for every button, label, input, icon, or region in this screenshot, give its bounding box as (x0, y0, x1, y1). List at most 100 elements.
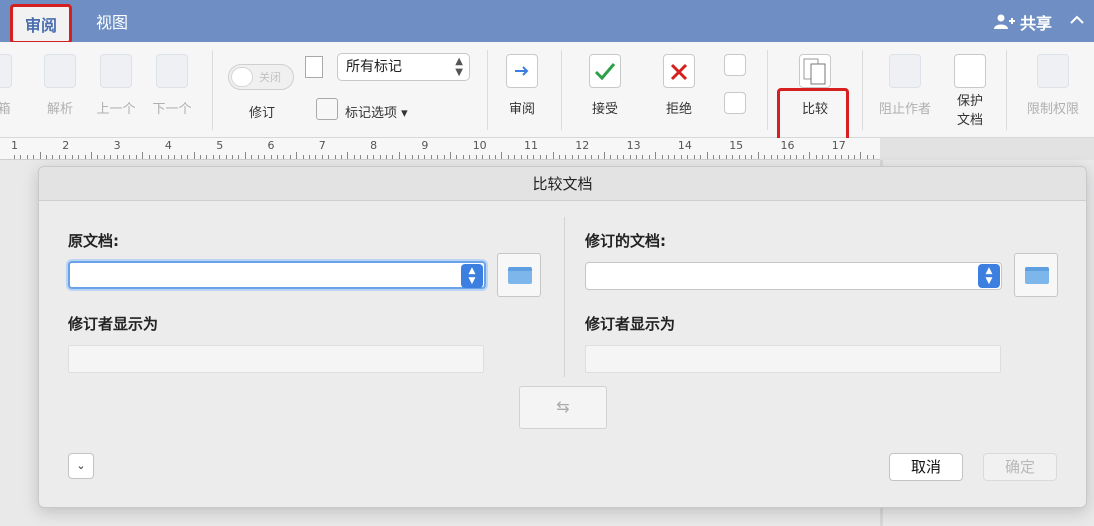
ruler-tick (398, 152, 400, 159)
ruler-tick (700, 155, 702, 159)
partial-icon (0, 54, 12, 88)
next-comment-icon (156, 54, 188, 88)
ruler-number: 1 (11, 139, 18, 152)
original-dropdown-arrows-icon[interactable]: ▲ ▼ (461, 264, 483, 288)
parse-button[interactable]: 解析 (40, 50, 80, 117)
compare-documents-icon (799, 54, 831, 88)
ruler-tick (732, 155, 734, 159)
original-document-combobox[interactable]: ▲ ▼ (68, 261, 486, 289)
ruler-tick (501, 152, 503, 159)
ruler-tick (14, 155, 15, 159)
expand-options-button[interactable]: ⌄ (68, 453, 94, 479)
ruler-tick (661, 155, 663, 159)
restrict-permission-button[interactable]: 限制权限 (1020, 50, 1086, 117)
next-change-icon (724, 92, 746, 114)
ruler-tick (847, 155, 849, 159)
ruler-tick (276, 155, 278, 159)
tab-review[interactable]: 审阅 (10, 4, 72, 44)
track-changes-toggle[interactable]: 关闭 (228, 64, 294, 90)
ruler-tick (78, 155, 80, 159)
block-authors-button[interactable]: 阻止作者 (872, 50, 938, 117)
next-change-button[interactable] (720, 88, 750, 124)
ruler-number: 3 (113, 139, 121, 152)
ruler-tick (90, 152, 92, 159)
ruler-tick (379, 155, 381, 159)
ribbon-tab-bar: 审阅 视图 共享 (0, 0, 1094, 44)
ruler-tick (507, 155, 509, 159)
ruler-tick (244, 152, 246, 159)
ruler-tick (674, 155, 676, 159)
track-changes-label: 修订 (248, 106, 275, 121)
reject-button[interactable]: 拒绝 (654, 50, 704, 117)
tab-view[interactable]: 视图 (96, 8, 128, 38)
ruler-tick (745, 155, 747, 159)
revised-dropdown-arrows-icon[interactable]: ▲ ▼ (978, 264, 1000, 288)
ruler-tick (373, 155, 375, 159)
ruler-number: 16 (780, 139, 795, 152)
ruler-tick (680, 155, 682, 159)
ruler-tick (809, 152, 811, 159)
ruler-tick (475, 155, 477, 159)
ruler-tick (20, 155, 22, 159)
ruler-tick (161, 155, 163, 159)
ok-button[interactable]: 确定 (983, 453, 1057, 481)
parse-label: 解析 (46, 102, 73, 117)
ruler-tick (385, 155, 387, 159)
original-document-label: 原文档: (68, 232, 119, 250)
revised-browse-button[interactable] (1014, 253, 1058, 297)
ruler-tick (494, 155, 496, 159)
ruler-tick (488, 155, 490, 159)
markup-options-button[interactable]: 标记选项 ▾ (345, 102, 425, 121)
ruler-number: 9 (421, 139, 429, 152)
swap-documents-button[interactable]: ⇆ (519, 386, 607, 429)
original-browse-button[interactable] (497, 253, 541, 297)
ruler-number: 8 (370, 139, 378, 152)
ruler-tick (167, 155, 169, 159)
ribbon-separator (561, 50, 562, 130)
ruler-tick (668, 155, 670, 159)
ruler-tick (642, 155, 644, 159)
ribbon: 箱 解析 上一个 下一个 关闭 修订 所有标记 ▲▼ 标记选项 ▾ 审阅 接受 (0, 42, 1094, 166)
revised-document-combobox[interactable]: ▲ ▼ (585, 262, 1002, 290)
previous-button[interactable]: 上一个 (94, 50, 138, 117)
review-pane-button[interactable]: 审阅 (500, 50, 544, 117)
ruler-tick (206, 155, 208, 159)
protect-document-button[interactable]: 保护 文档 (948, 50, 992, 128)
markup-display-select[interactable]: 所有标记 ▲ ▼ (337, 53, 470, 81)
original-author-label: 修订者显示为 (68, 315, 159, 333)
accept-button[interactable]: 接受 (580, 50, 630, 117)
collapse-ribbon-icon[interactable] (1070, 10, 1084, 29)
ruler-tick (616, 155, 618, 159)
ribbon-separator (212, 50, 213, 130)
share-button[interactable]: 共享 (993, 10, 1052, 34)
ruler-tick (520, 155, 522, 159)
ruler-tick (571, 155, 573, 159)
ruler-tick (174, 155, 176, 159)
previous-change-button[interactable] (720, 50, 750, 86)
ruler-tick (225, 155, 227, 159)
ruler-tick (411, 155, 413, 159)
ruler-tick (578, 155, 580, 159)
cancel-button[interactable]: 取消 (889, 453, 963, 481)
ruler-tick (539, 155, 541, 159)
ruler-tick (270, 155, 272, 159)
ruler-tick (251, 155, 253, 159)
next-button[interactable]: 下一个 (150, 50, 194, 117)
ruler-number: 11 (524, 139, 538, 152)
ruler-tick (873, 155, 875, 159)
ruler-tick (591, 155, 593, 159)
ribbon-partial-button[interactable]: 箱 (0, 50, 14, 117)
revised-author-field[interactable] (585, 345, 1001, 373)
ruler-tick (315, 155, 317, 159)
ruler-tick (725, 155, 727, 159)
ruler-tick (257, 155, 259, 159)
ruler-tick (469, 155, 471, 159)
review-pane-label: 审阅 (508, 102, 535, 117)
horizontal-ruler[interactable]: 1 2 3 4 5 6 7 8 9 10 11 12 13 14 15 16 17 (0, 138, 881, 160)
swap-arrows-icon: ⇆ (556, 397, 570, 416)
original-author-field[interactable] (68, 345, 484, 373)
ruler-tick (289, 155, 291, 159)
ruler-tick (302, 155, 304, 159)
previous-comment-icon (100, 54, 132, 88)
partial-label: 箱 (0, 102, 11, 117)
